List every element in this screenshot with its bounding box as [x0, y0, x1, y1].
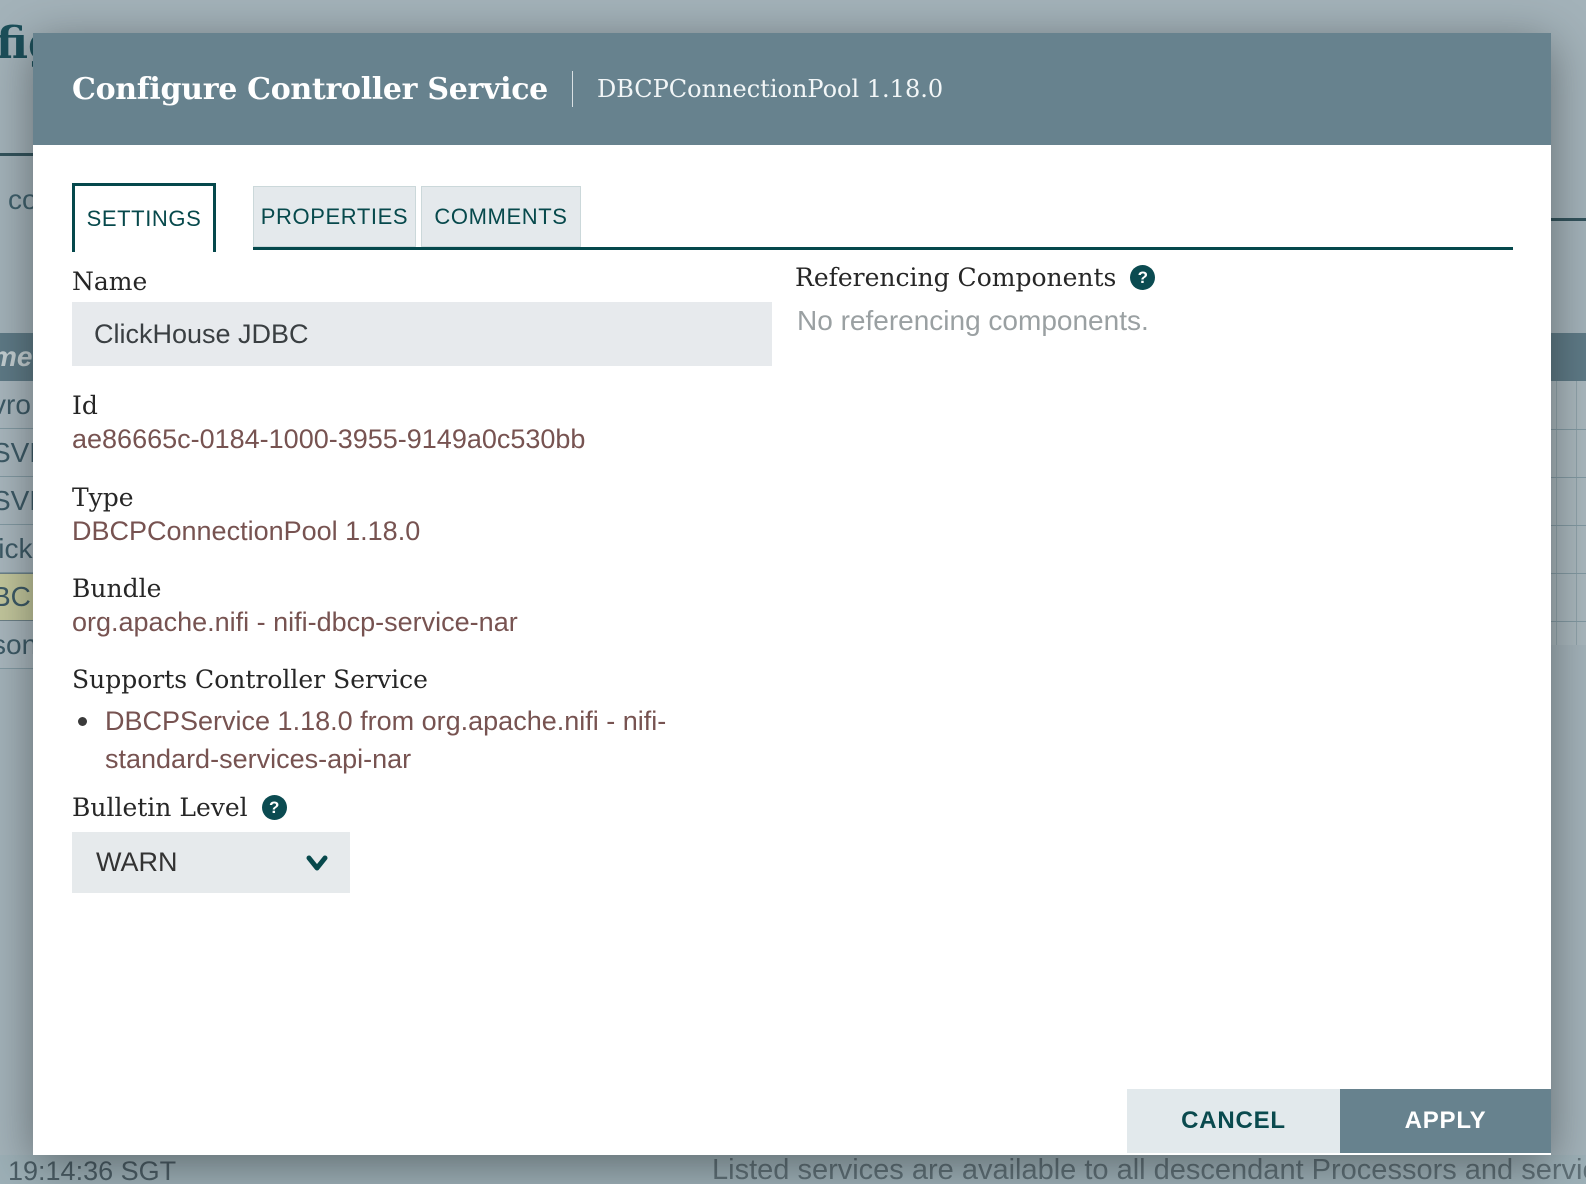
apply-button[interactable]: APPLY — [1340, 1089, 1551, 1153]
dialog-title: Configure Controller Service — [72, 72, 548, 107]
supports-controller-service-item: DBCPService 1.18.0 from org.apache.nifi … — [72, 702, 772, 778]
status-clock: 19:14:36 SGT — [8, 1156, 176, 1184]
help-icon[interactable]: ? — [262, 795, 287, 820]
tab-comments[interactable]: COMMENTS — [421, 186, 581, 247]
row-label: son — [0, 629, 37, 661]
background-table-cells — [1551, 381, 1586, 645]
background-table-header-label: me — [0, 341, 32, 373]
supports-controller-service-value: DBCPService 1.18.0 from org.apache.nifi … — [105, 702, 755, 778]
bulletin-level-label: Bulletin Level — [72, 793, 248, 822]
bullet-icon — [78, 717, 87, 726]
tab-properties[interactable]: PROPERTIES — [253, 186, 416, 247]
referencing-components-row: Referencing Components ? — [795, 263, 1155, 292]
bulletin-level-value: WARN — [96, 847, 302, 878]
footer-note: Listed services are available to all des… — [712, 1154, 1586, 1184]
tab-settings[interactable]: SETTINGS — [72, 183, 216, 252]
id-value: ae86665c-0184-1000-3955-9149a0c530bb — [72, 424, 585, 455]
dialog-subtitle: DBCPConnectionPool 1.18.0 — [597, 75, 943, 103]
row-label: vro — [0, 389, 31, 421]
title-separator — [572, 71, 573, 107]
referencing-components-empty-text: No referencing components. — [797, 305, 1149, 337]
background-divider-line — [1551, 218, 1586, 221]
name-label: Name — [72, 267, 147, 296]
name-input[interactable] — [72, 302, 772, 366]
type-label: Type — [72, 483, 134, 512]
background-right-strip — [1551, 0, 1586, 1184]
dialog-tabbar: SETTINGS PROPERTIES COMMENTS — [72, 183, 1513, 252]
tabbar-underline — [253, 247, 1513, 250]
referencing-components-label: Referencing Components — [795, 263, 1116, 292]
id-label: Id — [72, 391, 98, 420]
bulletin-level-row: Bulletin Level ? — [72, 793, 287, 822]
configure-controller-service-dialog: Configure Controller Service DBCPConnect… — [33, 33, 1551, 1155]
row-label: lick — [0, 533, 32, 565]
help-icon[interactable]: ? — [1130, 265, 1155, 290]
background-table-header — [1551, 333, 1586, 381]
cancel-button[interactable]: CANCEL — [1127, 1089, 1340, 1153]
bulletin-level-dropdown[interactable]: WARN — [72, 832, 350, 893]
dialog-header: Configure Controller Service DBCPConnect… — [33, 33, 1551, 145]
supports-controller-service-label: Supports Controller Service — [72, 665, 428, 694]
bundle-label: Bundle — [72, 574, 161, 603]
bundle-value: org.apache.nifi - nifi-dbcp-service-nar — [72, 607, 518, 638]
type-value: DBCPConnectionPool 1.18.0 — [72, 516, 420, 547]
chevron-down-icon — [302, 848, 332, 878]
